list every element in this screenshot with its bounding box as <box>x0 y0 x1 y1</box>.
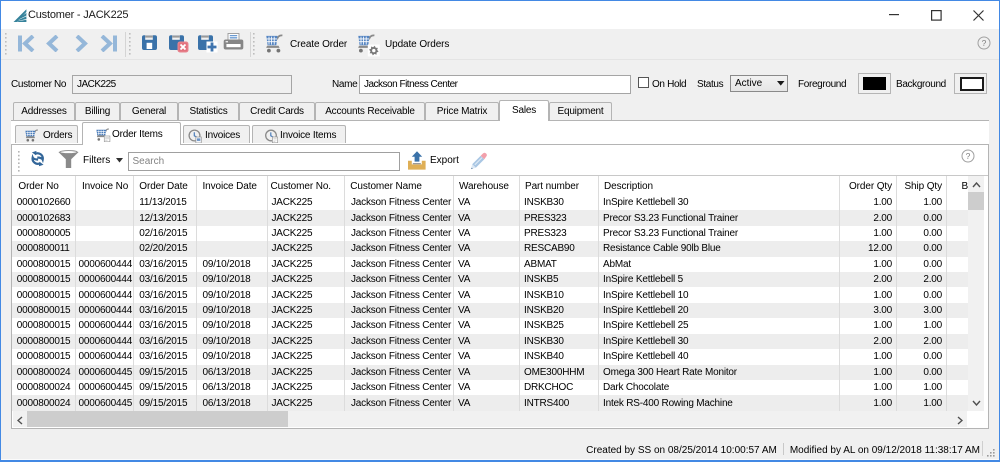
svg-text:?: ? <box>982 38 987 48</box>
svg-text:?: ? <box>966 151 971 161</box>
